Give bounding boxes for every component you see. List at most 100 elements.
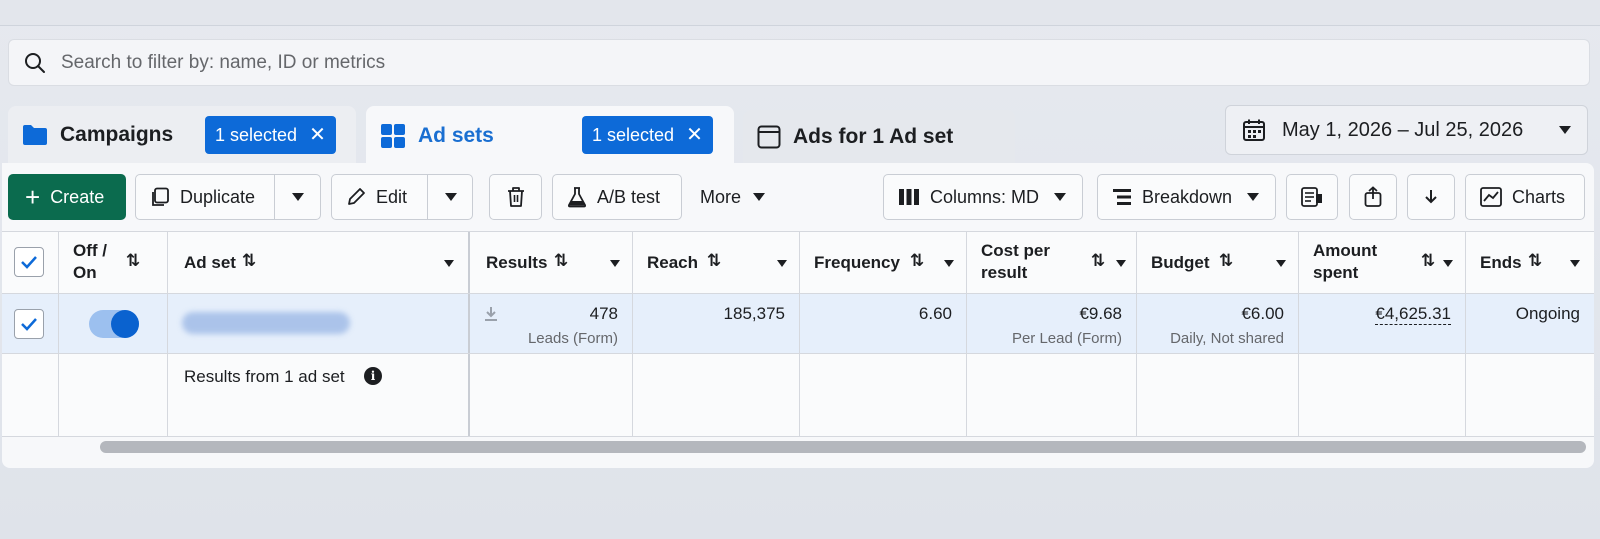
ad-window-icon [757, 125, 781, 149]
header-cost-label: Cost per result [981, 241, 1050, 282]
more-button[interactable]: More [700, 174, 790, 220]
ad-sets-selected-badge[interactable]: 1 selected ✕ [582, 116, 713, 154]
chevron-down-icon[interactable] [1276, 260, 1286, 267]
chevron-down-icon[interactable] [1116, 260, 1126, 267]
date-range-picker[interactable]: May 1, 2026 – Jul 25, 2026 [1225, 105, 1588, 155]
badge-label: 1 selected [215, 124, 298, 145]
chevron-down-icon[interactable] [944, 260, 954, 267]
row-cost-per-result: €9.68 Per Lead (Form) [967, 294, 1137, 353]
search-input[interactable] [61, 51, 1589, 74]
create-label: Create [50, 186, 105, 207]
chevron-down-icon[interactable] [610, 260, 620, 267]
edit-button[interactable]: Edit [332, 175, 427, 219]
row-select-cell [2, 294, 59, 353]
breakdown-icon [1113, 189, 1131, 205]
header-off-on[interactable]: Off / On ⇅ [59, 232, 168, 293]
trash-icon [507, 187, 524, 207]
search-icon [25, 52, 45, 73]
close-icon[interactable]: ✕ [686, 125, 703, 145]
badge-label: 1 selected [592, 124, 675, 145]
sort-icon[interactable]: ⇅ [1091, 251, 1105, 271]
create-button[interactable]: + Create [8, 174, 126, 220]
chevron-down-icon [753, 193, 766, 201]
download-button[interactable] [1407, 174, 1455, 220]
columns-label: Columns: MD [930, 186, 1040, 207]
columns-button[interactable]: Columns: MD [883, 174, 1083, 220]
ends-value: Ongoing [1515, 304, 1580, 323]
calendar-icon [1243, 119, 1265, 141]
folder-icon [23, 125, 47, 145]
table-row[interactable]: 478 Leads (Form) 185,375 6.60 €9.68 Per … [2, 294, 1594, 354]
frequency-value: 6.60 [918, 304, 952, 323]
header-budget[interactable]: Budget ⇅ [1137, 232, 1299, 293]
tab-ads[interactable]: Ads for 1 Ad set [743, 110, 1015, 164]
sort-icon[interactable]: ⇅ [554, 251, 568, 271]
table-header: Off / On ⇅ Ad set ⇅ Results ⇅ Reach ⇅ Fre… [2, 231, 1594, 294]
results-value: 478 [589, 304, 618, 323]
cost-type: Per Lead (Form) [1011, 330, 1122, 347]
tab-ad-sets-label: Ad sets [418, 124, 494, 147]
select-all-checkbox[interactable] [14, 247, 44, 277]
header-frequency[interactable]: Frequency ⇅ [800, 232, 967, 293]
tab-campaigns[interactable]: Campaigns 1 selected ✕ [8, 106, 356, 164]
columns-icon [899, 189, 919, 205]
edit-dropdown[interactable] [428, 175, 473, 219]
pencil-icon [348, 188, 365, 205]
sort-icon[interactable]: ⇅ [707, 251, 721, 271]
amount-spent-value[interactable]: €4,625.31 [1375, 304, 1451, 325]
info-icon[interactable]: i [364, 367, 382, 385]
scrollbar-thumb[interactable] [100, 441, 1586, 453]
export-button[interactable] [1349, 174, 1397, 220]
duplicate-button[interactable]: Duplicate [136, 175, 274, 219]
breakdown-button[interactable]: Breakdown [1097, 174, 1276, 220]
ad-set-name-redacted [182, 312, 350, 334]
chevron-down-icon[interactable] [444, 260, 454, 267]
campaigns-selected-badge[interactable]: 1 selected ✕ [205, 116, 336, 154]
sort-icon[interactable]: ⇅ [910, 251, 924, 271]
charts-button[interactable]: Charts [1465, 174, 1585, 220]
chevron-down-icon[interactable] [1570, 260, 1580, 267]
header-amount-spent[interactable]: Amount spent ⇅ [1299, 232, 1466, 293]
chevron-down-icon[interactable] [1443, 260, 1453, 267]
header-ad-set[interactable]: Ad set ⇅ [168, 232, 470, 293]
download-icon[interactable] [484, 306, 498, 322]
breakdown-label: Breakdown [1142, 186, 1233, 207]
sort-icon[interactable]: ⇅ [1421, 251, 1435, 271]
ab-test-button[interactable]: A/B test [552, 174, 682, 220]
summary-label-cell: Results from 1 ad set i [168, 354, 470, 436]
tab-ad-sets[interactable]: Ad sets 1 selected ✕ [366, 106, 734, 166]
more-label: More [700, 186, 742, 207]
budget-value: €6.00 [1241, 304, 1284, 323]
search-bar[interactable] [8, 39, 1590, 86]
row-checkbox[interactable] [14, 309, 44, 339]
ad-set-toggle[interactable] [89, 310, 139, 338]
arrow-down-icon [1425, 190, 1437, 204]
row-amount-spent: €4,625.31 [1299, 294, 1466, 353]
sort-icon[interactable]: ⇅ [1219, 251, 1233, 271]
cost-value: €9.68 [1079, 304, 1122, 323]
results-type: Leads (Form) [527, 330, 618, 347]
header-ad-set-label: Ad set [184, 253, 236, 272]
sort-icon[interactable]: ⇅ [242, 251, 256, 271]
duplicate-icon [152, 187, 169, 206]
sort-icon[interactable]: ⇅ [126, 251, 140, 271]
row-ad-set-name[interactable] [168, 294, 470, 353]
chart-line-icon [1480, 187, 1502, 207]
row-frequency: 6.60 [800, 294, 967, 353]
duplicate-label: Duplicate [180, 186, 256, 207]
sort-icon[interactable]: ⇅ [1528, 251, 1542, 271]
summary-cell [2, 354, 59, 436]
header-ends[interactable]: Ends ⇅ [1466, 232, 1594, 293]
header-reach[interactable]: Reach ⇅ [633, 232, 800, 293]
header-cost-per-result[interactable]: Cost per result ⇅ [967, 232, 1137, 293]
delete-button[interactable] [489, 174, 542, 220]
tab-campaigns-label: Campaigns [60, 123, 174, 146]
header-results[interactable]: Results ⇅ [470, 232, 633, 293]
duplicate-dropdown[interactable] [275, 175, 321, 219]
chevron-down-icon[interactable] [777, 260, 787, 267]
chevron-down-icon [292, 193, 304, 201]
reports-button[interactable] [1286, 174, 1338, 220]
header-ends-label: Ends [1480, 253, 1522, 272]
close-icon[interactable]: ✕ [309, 125, 326, 145]
header-reach-label: Reach [647, 253, 699, 272]
